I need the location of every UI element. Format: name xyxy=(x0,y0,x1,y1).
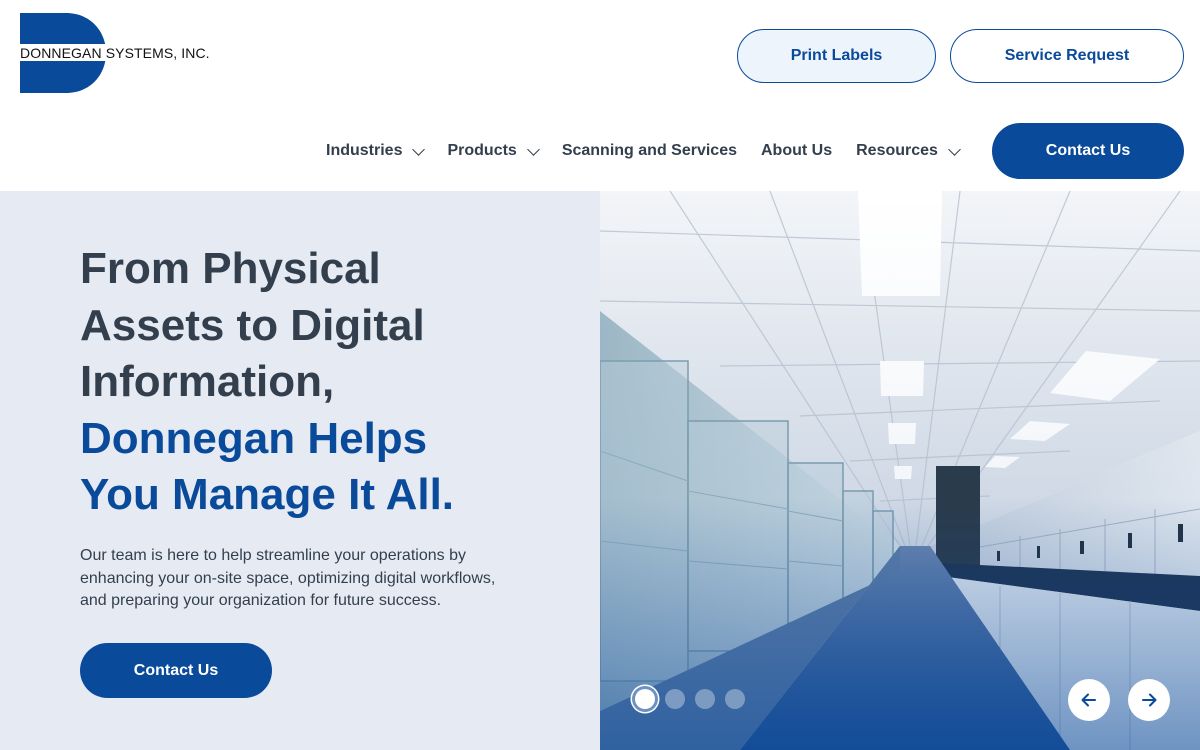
main-nav: Industries Products Scanning and Service… xyxy=(326,123,983,179)
nav-item-label: About Us xyxy=(761,142,833,159)
service-request-button[interactable]: Service Request xyxy=(950,29,1184,83)
slider-pagination xyxy=(630,684,755,714)
nav-item-label: Resources xyxy=(856,142,938,159)
nav-contact-button[interactable]: Contact Us xyxy=(992,123,1184,179)
headline-line: Information, xyxy=(80,357,335,406)
arrow-right-icon xyxy=(1142,693,1157,707)
slider-next-button[interactable] xyxy=(1128,679,1170,721)
nav-item-products[interactable]: Products xyxy=(447,142,540,160)
print-labels-button[interactable]: Print Labels xyxy=(737,29,936,83)
slide-dot-4[interactable] xyxy=(725,689,745,709)
hero-contact-button[interactable]: Contact Us xyxy=(80,643,272,698)
nav-item-industries[interactable]: Industries xyxy=(326,142,426,160)
headline-line: Assets to Digital xyxy=(80,300,425,350)
headline-highlight-line: Donnegan Helps xyxy=(80,413,428,463)
nav-item-scanning-services[interactable]: Scanning and Services xyxy=(562,142,737,160)
headline-highlight-line: You Manage It All. xyxy=(80,470,455,519)
chevron-down-icon xyxy=(526,142,540,156)
chevron-down-icon xyxy=(948,142,961,156)
slide-dot-3[interactable] xyxy=(695,689,715,709)
slide-dot-1[interactable] xyxy=(635,689,655,709)
nav-item-resources[interactable]: Resources xyxy=(856,142,961,160)
chevron-down-icon xyxy=(412,142,426,156)
nav-item-label: Scanning and Services xyxy=(561,142,737,159)
hero-headline: From Physical Assets to Digital Informat… xyxy=(80,241,580,524)
arrow-left-icon xyxy=(1081,693,1096,707)
nav-item-label: Industries xyxy=(326,142,403,159)
headline-line: From Physical xyxy=(80,244,381,293)
slide-dot-2[interactable] xyxy=(665,689,685,709)
hero-description: Our team is here to help streamline your… xyxy=(80,547,496,609)
company-name: DONNEGAN SYSTEMS, INC. xyxy=(20,45,210,61)
nav-item-about-us[interactable]: About Us xyxy=(761,142,832,160)
site-header: DONNEGAN SYSTEMS, INC. Print Labels Serv… xyxy=(0,0,1200,191)
donnegan-logo[interactable]: DONNEGAN SYSTEMS, INC. xyxy=(20,13,240,93)
page: DONNEGAN SYSTEMS, INC. Print Labels Serv… xyxy=(0,0,1200,750)
hero-image-storage-room xyxy=(600,191,1200,750)
nav-item-label: Products xyxy=(447,142,517,159)
slider-prev-button[interactable] xyxy=(1068,679,1110,721)
